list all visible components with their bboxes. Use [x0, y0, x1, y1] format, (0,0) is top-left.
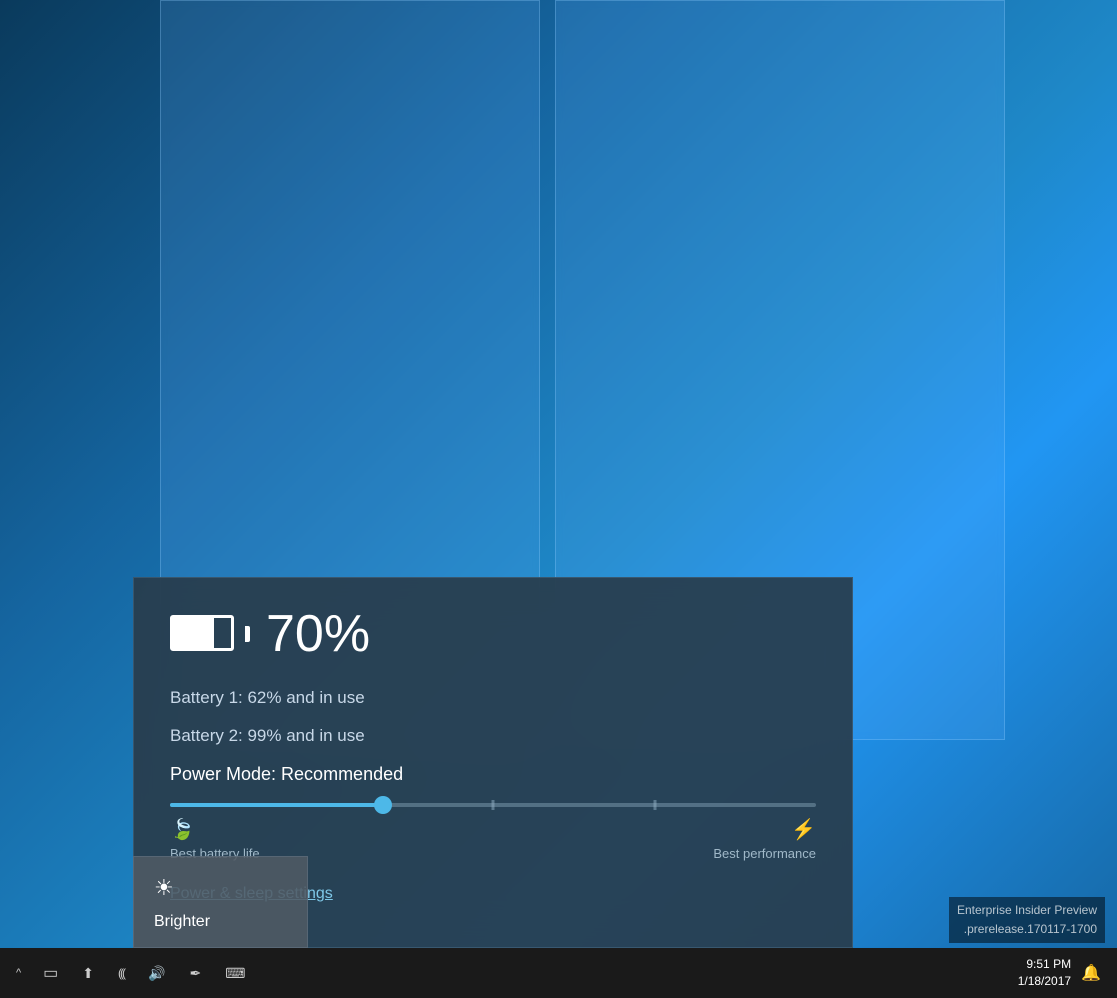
- taskbar-volume-icon[interactable]: 🔊: [138, 959, 175, 988]
- performance-text: Best performance: [713, 846, 816, 861]
- taskbar-battery-icon[interactable]: ▭: [33, 957, 68, 989]
- power-slider-fill: [170, 803, 383, 807]
- power-slider-thumb[interactable]: [374, 796, 392, 814]
- battery1-line: Battery 1: 62% and in use: [170, 688, 816, 708]
- win-version-line1: Enterprise Insider Preview: [957, 901, 1097, 920]
- battery-header: 70%: [170, 608, 816, 660]
- power-slider-container[interactable]: [170, 803, 816, 807]
- battery-percentage: 70%: [266, 608, 370, 660]
- taskbar-date: 1/18/2017: [1018, 973, 1071, 990]
- taskbar-keyboard-icon[interactable]: ⌨: [215, 959, 255, 988]
- windows-version: Enterprise Insider Preview .prerelease.1…: [949, 897, 1105, 943]
- battery-life-icon: 🍃: [170, 817, 195, 842]
- win-version-line2: .prerelease.170117-1700: [957, 920, 1097, 939]
- taskbar-clock[interactable]: 9:51 PM 1/18/2017: [1018, 956, 1071, 990]
- taskbar-pen-icon[interactable]: ✒: [179, 959, 211, 988]
- brighter-popup: ☀ Brighter: [133, 856, 308, 948]
- slider-labels: 🍃 Best battery life ⚡ Best performance: [170, 817, 816, 861]
- battery-icon-nub: [245, 626, 250, 642]
- battery-icon-wrapper: [170, 615, 242, 653]
- slider-label-right: ⚡ Best performance: [713, 817, 816, 861]
- taskbar-chevron-icon[interactable]: ^: [8, 963, 29, 983]
- brighter-sun-icon: ☀: [154, 875, 174, 901]
- power-slider-track[interactable]: [170, 803, 816, 807]
- battery-icon-body: [170, 615, 234, 651]
- brighter-label: Brighter: [154, 913, 210, 931]
- taskbar-notification-icon[interactable]: 🔔: [1077, 959, 1105, 987]
- performance-icon: ⚡: [791, 817, 816, 842]
- power-mode-label: Power Mode: Recommended: [170, 764, 816, 785]
- slider-tick-center: [492, 800, 495, 810]
- taskbar-left: ^ ▭ ⬆ ((( 🔊 ✒ ⌨: [0, 957, 255, 989]
- taskbar-right: 9:51 PM 1/18/2017 🔔: [1018, 956, 1117, 990]
- taskbar-upload-icon[interactable]: ⬆: [72, 959, 104, 988]
- taskbar-time: 9:51 PM: [1018, 956, 1071, 973]
- battery-icon: [170, 615, 242, 653]
- battery2-line: Battery 2: 99% and in use: [170, 726, 816, 746]
- slider-tick-right: [653, 800, 656, 810]
- taskbar-wifi-icon[interactable]: (((: [108, 960, 134, 986]
- battery-icon-fill: [173, 618, 214, 648]
- taskbar: ^ ▭ ⬆ ((( 🔊 ✒ ⌨ 9:51 PM 1/18/2017 🔔: [0, 948, 1117, 998]
- battery-info: Battery 1: 62% and in use Battery 2: 99%…: [170, 688, 816, 746]
- slider-label-left: 🍃 Best battery life: [170, 817, 260, 861]
